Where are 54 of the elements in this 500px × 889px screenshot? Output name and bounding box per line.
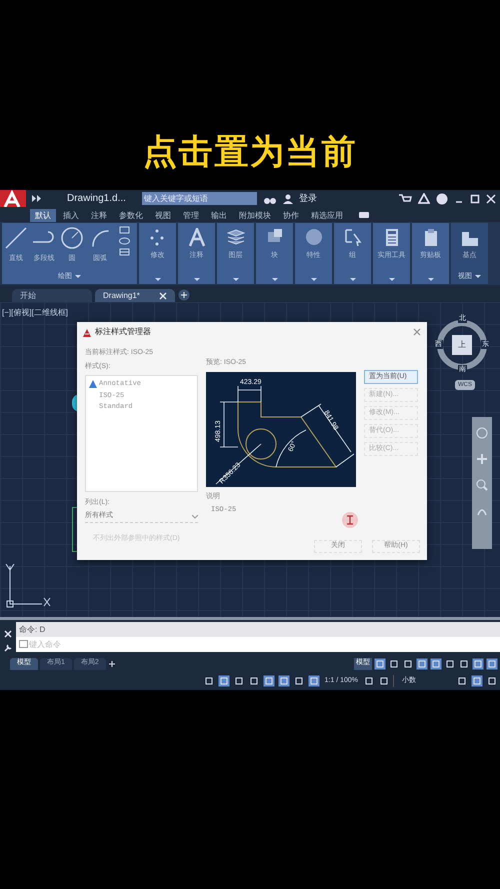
caret-icon[interactable] (194, 278, 200, 281)
caret-icon[interactable] (310, 278, 316, 281)
login-link[interactable]: 登录 (298, 192, 317, 206)
viewcube-face-label: 上 (458, 339, 466, 351)
file-name: Drawing1.d... (67, 192, 126, 206)
caret-icon (192, 514, 198, 518)
user-icon[interactable] (282, 194, 293, 204)
caret-icon[interactable] (350, 278, 356, 281)
ellipse-icon[interactable] (119, 237, 130, 245)
maximize-icon[interactable] (470, 194, 480, 204)
ribbon-tab[interactable]: 默认 (30, 209, 56, 222)
circle-icon (60, 226, 84, 250)
ribbon-tab[interactable]: 精选应用 (306, 209, 348, 222)
caret-icon[interactable] (272, 278, 278, 281)
dialog-title: 标注样式管理器 (95, 326, 152, 338)
sphere-icon (304, 228, 322, 247)
command-history: 命令: D (16, 622, 500, 637)
add-layout-icon[interactable] (108, 660, 116, 668)
ribbon-tab[interactable]: 注释 (86, 209, 112, 222)
triangle-icon[interactable] (418, 193, 430, 204)
app-logo-icon (83, 328, 91, 336)
viewport-label[interactable]: [−][俯视][二维线框] (2, 307, 68, 319)
ribbon-tab[interactable]: 附加模块 (234, 209, 276, 222)
ribbon-tab[interactable]: 插入 (58, 209, 84, 222)
ribbon-tab[interactable]: 视图 (150, 209, 176, 222)
caret-icon[interactable] (428, 278, 434, 281)
cursor-icon (344, 228, 362, 247)
rectangle-icon[interactable] (119, 226, 130, 234)
ribbon-tab[interactable]: 参数化 (114, 209, 148, 222)
ribbon-tab[interactable]: 协作 (278, 209, 304, 222)
letter-a-icon (188, 228, 206, 247)
search-field[interactable]: 键入关键字或短语 (142, 192, 257, 205)
ribbon-tab[interactable]: 输出 (206, 209, 232, 222)
camera-icon[interactable] (358, 210, 370, 220)
line-icon (4, 226, 28, 250)
caret-icon[interactable] (388, 278, 394, 281)
text-cursor-icon (342, 512, 358, 528)
hatch-icon[interactable] (119, 248, 130, 256)
command-field[interactable]: 键入命令 (29, 637, 500, 652)
double-arrow-icon[interactable] (32, 195, 41, 202)
caret-icon[interactable] (75, 275, 81, 278)
caption: 点击置为当前 (142, 132, 358, 173)
caret-icon[interactable] (475, 275, 481, 278)
document-tab[interactable]: Drawing1* (95, 289, 175, 302)
caret-icon[interactable] (154, 278, 160, 281)
move-icon (148, 228, 166, 247)
layers-icon (226, 228, 244, 247)
cart-icon[interactable] (399, 194, 412, 204)
caret-icon[interactable] (232, 278, 238, 281)
annotative-icon (89, 380, 97, 388)
document-tab[interactable]: 开始 (12, 289, 92, 302)
ribbon-tab[interactable]: 管理 (178, 209, 204, 222)
wrench-icon[interactable] (4, 644, 12, 652)
add-tab-icon[interactable] (178, 289, 190, 301)
